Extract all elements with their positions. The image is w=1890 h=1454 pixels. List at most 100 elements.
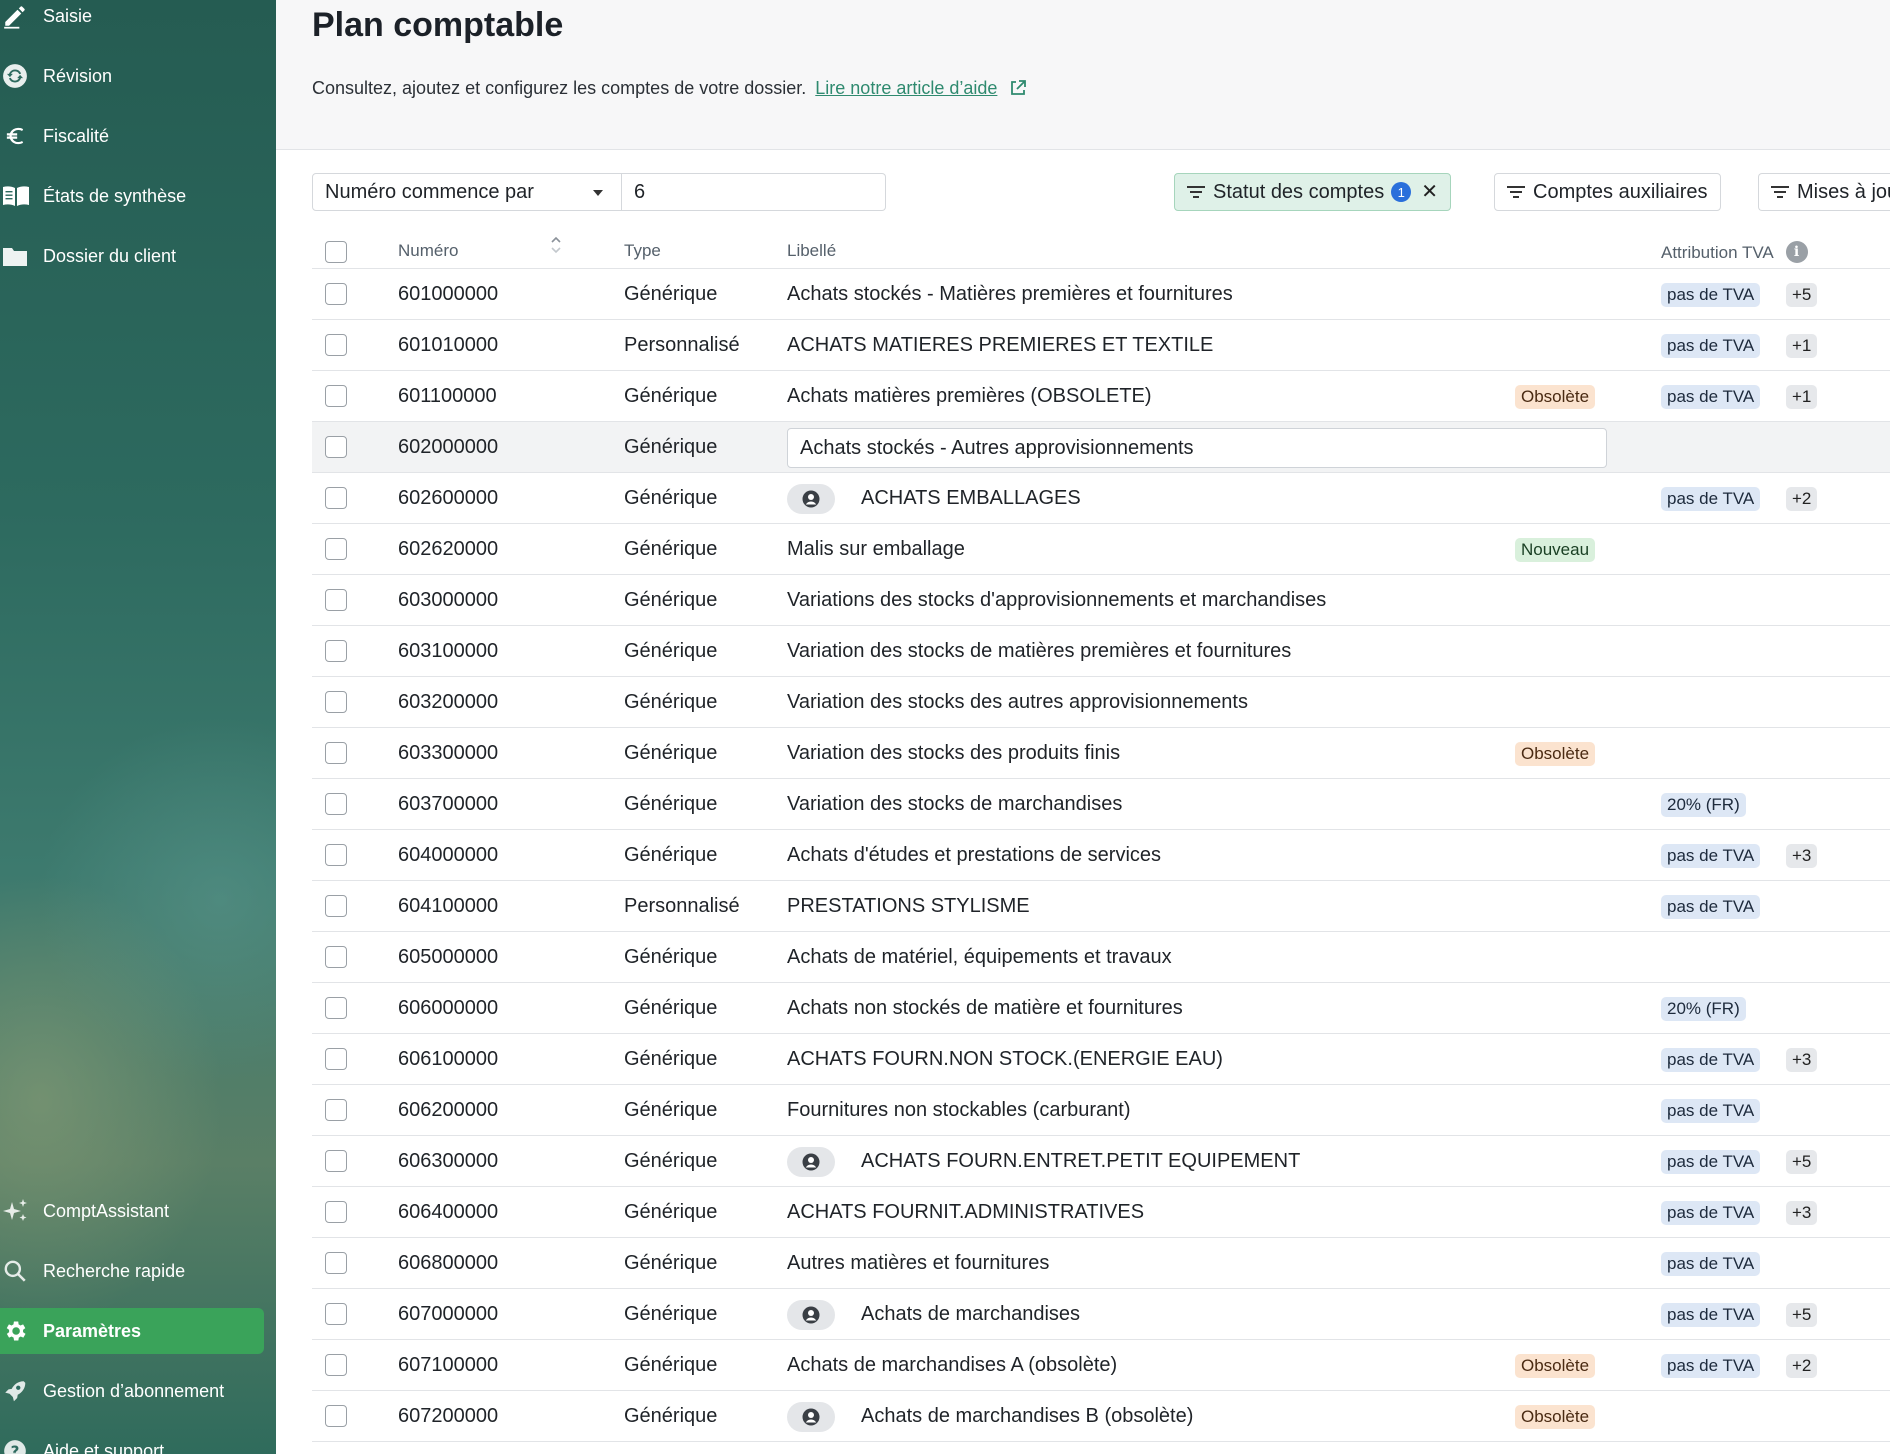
table-row[interactable]: 605000000 Générique Achats de matériel, éq… — [312, 932, 1890, 983]
column-header-label: Attribution TVA — [1661, 243, 1773, 262]
table-row[interactable]: 603200000 Générique Variation des stocks d… — [312, 677, 1890, 728]
table-row[interactable]: 607000000 Générique Achats de marchandises… — [312, 1289, 1890, 1340]
table-row[interactable]: 602620000 Générique Malis sur emballage Nou… — [312, 524, 1890, 575]
row-checkbox[interactable] — [325, 742, 347, 764]
row-checkbox[interactable] — [325, 589, 347, 611]
row-checkbox[interactable] — [325, 1354, 347, 1376]
row-checkbox[interactable] — [325, 640, 347, 662]
row-checkbox[interactable] — [325, 1405, 347, 1427]
tva-more-badge[interactable]: +3 — [1786, 844, 1818, 868]
row-checkbox[interactable] — [325, 334, 347, 356]
clear-filter-icon[interactable]: ✕ — [1421, 182, 1438, 202]
row-checkbox[interactable] — [325, 487, 347, 509]
table-row[interactable]: 606100000 Générique ACHATS FOURN.NON STOCK… — [312, 1034, 1890, 1085]
tva-more-badge[interactable]: +5 — [1786, 1303, 1818, 1327]
table-row[interactable]: 606200000 Générique Fournitures non stocka… — [312, 1085, 1890, 1136]
row-checkbox[interactable] — [325, 946, 347, 968]
nav-item-dossier-du-client[interactable]: Dossier du client — [0, 233, 264, 279]
row-checkbox[interactable] — [325, 844, 347, 866]
account-type: Générique — [624, 1099, 718, 1121]
row-checkbox[interactable] — [325, 283, 347, 305]
status-filter-chip[interactable]: Statut des comptes 1 ✕ — [1174, 173, 1451, 211]
tva-more-badge[interactable]: +1 — [1786, 385, 1818, 409]
tva-more-badge[interactable]: +3 — [1786, 1201, 1818, 1225]
nav-item-fiscalite[interactable]: Fiscalité — [0, 113, 264, 159]
help-article-link[interactable]: Lire notre article d’aide — [815, 78, 997, 98]
account-type: Générique — [624, 1405, 718, 1427]
libelle-edit-field[interactable]: Achats stockés - Autres approvisionnemen… — [787, 428, 1607, 468]
row-checkbox[interactable] — [325, 691, 347, 713]
status-badge: Obsolète — [1515, 1354, 1596, 1378]
svg-text:?: ? — [11, 1442, 20, 1454]
auxiliary-accounts-filter-chip[interactable]: Comptes auxiliaires — [1494, 173, 1721, 211]
row-checkbox[interactable] — [325, 1099, 347, 1121]
account-number: 606800000 — [398, 1252, 499, 1274]
account-label: Achats non stockés de matière et fournit… — [787, 997, 1183, 1019]
account-label: Variation des stocks de marchandises — [787, 793, 1123, 815]
row-checkbox[interactable] — [325, 1252, 347, 1274]
table-row[interactable]: 603700000 Générique Variation des stocks d… — [312, 779, 1890, 830]
row-checkbox[interactable] — [325, 1201, 347, 1223]
nav-item-gestion-abonnement[interactable]: Gestion d’abonnement — [0, 1368, 264, 1414]
nav-item-recherche-rapide[interactable]: Recherche rapide — [0, 1248, 264, 1294]
tva-more-badge[interactable]: +1 — [1786, 334, 1818, 358]
table-row[interactable]: 602000000 Générique Achats stockés - Autre… — [312, 422, 1890, 473]
table-row[interactable]: 601100000 Générique Achats matières premiè… — [312, 371, 1890, 422]
account-number: 603200000 — [398, 691, 499, 713]
sort-icon[interactable] — [550, 236, 562, 259]
row-checkbox[interactable] — [325, 793, 347, 815]
table-row[interactable]: 606800000 Générique Autres matières et fou… — [312, 1238, 1890, 1289]
row-checkbox[interactable] — [325, 895, 347, 917]
account-number: 606300000 — [398, 1150, 499, 1172]
nav-item-saisie[interactable]: Saisie — [0, 0, 264, 39]
table-row[interactable]: 607100000 Générique Achats de marchandises… — [312, 1340, 1890, 1391]
column-header-tva[interactable]: Attribution TVA i — [1661, 241, 1808, 263]
row-checkbox[interactable] — [325, 538, 347, 560]
table-row[interactable]: 603000000 Générique Variations des stocks … — [312, 575, 1890, 626]
nav-item-aide-et-support[interactable]: ? Aide et support — [0, 1428, 264, 1454]
main-content: Plan comptable Consultez, ajoutez et con… — [276, 0, 1890, 1454]
number-prefix-input[interactable] — [622, 173, 886, 211]
row-checkbox[interactable] — [325, 997, 347, 1019]
row-checkbox[interactable] — [325, 436, 347, 458]
column-header-numero[interactable]: Numéro — [398, 241, 458, 261]
table-row[interactable]: 601010000 Personnalisé ACHATS MATIERES PRE… — [312, 320, 1890, 371]
row-checkbox[interactable] — [325, 1150, 347, 1172]
tva-badge: pas de TVA — [1661, 844, 1761, 868]
status-badge: Nouveau — [1515, 538, 1596, 562]
select-all-checkbox[interactable] — [325, 241, 347, 263]
tva-more-badge[interactable]: +2 — [1786, 487, 1818, 511]
tva-more-badge[interactable]: +2 — [1786, 1354, 1818, 1378]
table-row[interactable]: 601000000 Générique Achats stockés - Matiè… — [312, 269, 1890, 320]
tva-badge: pas de TVA — [1661, 1252, 1761, 1276]
external-link-icon[interactable] — [1008, 78, 1028, 103]
nav-item-etats-de-synthese[interactable]: États de synthèse — [0, 173, 264, 219]
tva-more-badge[interactable]: +5 — [1786, 1150, 1818, 1174]
tva-more-badge[interactable]: +5 — [1786, 283, 1818, 307]
tva-more-badge[interactable]: +3 — [1786, 1048, 1818, 1072]
nav-item-revision[interactable]: Révision — [0, 53, 264, 99]
account-type: Personnalisé — [624, 334, 740, 356]
table-row[interactable]: 604100000 Personnalisé PRESTATIONS STYLISM… — [312, 881, 1890, 932]
info-icon[interactable]: i — [1785, 241, 1808, 263]
page-header: Plan comptable Consultez, ajoutez et con… — [276, 0, 1890, 150]
row-checkbox[interactable] — [325, 1303, 347, 1325]
tva-badge: pas de TVA — [1661, 1201, 1761, 1225]
nav-item-comptassistant[interactable]: ComptAssistant — [0, 1188, 264, 1234]
field-select[interactable]: Numéro commence par — [312, 173, 622, 211]
filter-count-badge: 1 — [1391, 182, 1412, 202]
column-header-libelle[interactable]: Libellé — [787, 241, 836, 261]
table-row[interactable]: 606400000 Générique ACHATS FOURNIT.ADMINIS… — [312, 1187, 1890, 1238]
table-row[interactable]: 606000000 Générique Achats non stockés de … — [312, 983, 1890, 1034]
table-row[interactable]: 607200000 Générique Achats de marchandises… — [312, 1391, 1890, 1442]
table-row[interactable]: 604000000 Générique Achats d'études et pre… — [312, 830, 1890, 881]
row-checkbox[interactable] — [325, 1048, 347, 1070]
nav-item-parametres[interactable]: Paramètres — [0, 1308, 264, 1354]
column-header-type[interactable]: Type — [624, 241, 661, 261]
table-row[interactable]: 603100000 Générique Variation des stocks d… — [312, 626, 1890, 677]
table-row[interactable]: 606300000 Générique ACHATS FOURN.ENTRET.PE… — [312, 1136, 1890, 1187]
table-row[interactable]: 603300000 Générique Variation des stocks d… — [312, 728, 1890, 779]
updates-filter-chip[interactable]: Mises à jour du plan comptable 2025 — [1758, 173, 1890, 211]
table-row[interactable]: 602600000 Générique ACHATS EMBALLAGES pas d… — [312, 473, 1890, 524]
row-checkbox[interactable] — [325, 385, 347, 407]
